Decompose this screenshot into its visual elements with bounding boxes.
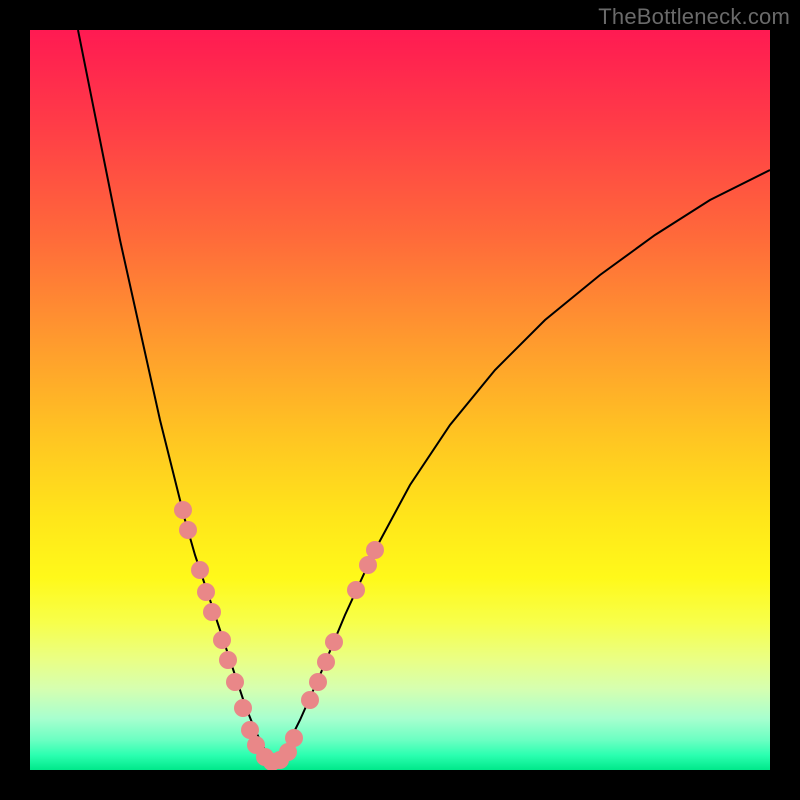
watermark-text: TheBottleneck.com [598,4,790,30]
data-marker [226,673,244,691]
data-marker [179,521,197,539]
data-marker [285,729,303,747]
plot-area [30,30,770,770]
data-marker [174,501,192,519]
data-marker [347,581,365,599]
data-marker [213,631,231,649]
data-marker [309,673,327,691]
data-marker [234,699,252,717]
data-marker [325,633,343,651]
curve-right-branch [272,170,770,765]
data-marker [366,541,384,559]
data-marker [203,603,221,621]
outer-frame: TheBottleneck.com [0,0,800,800]
data-marker [317,653,335,671]
data-marker [197,583,215,601]
data-marker [191,561,209,579]
marker-group [174,501,384,770]
chart-svg [30,30,770,770]
data-marker [219,651,237,669]
curve-left-branch [78,30,272,765]
data-marker [301,691,319,709]
